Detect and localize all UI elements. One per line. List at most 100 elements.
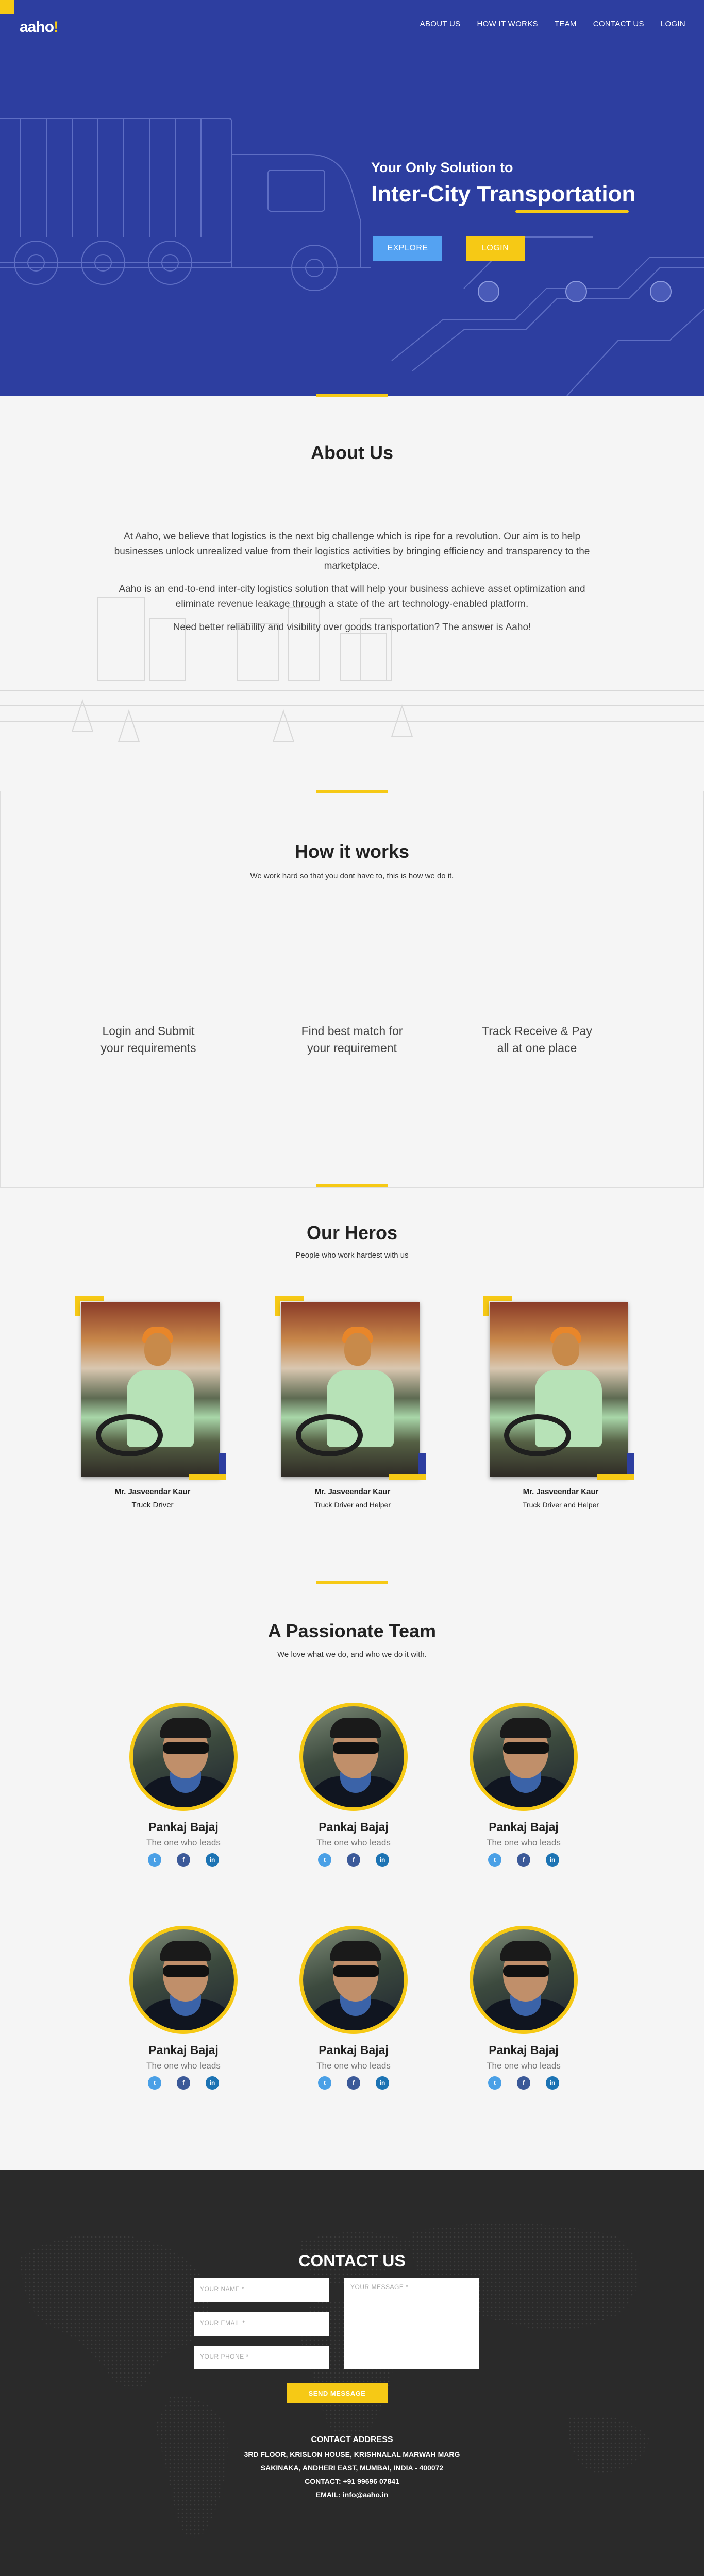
hero-title-underline xyxy=(515,210,629,213)
hero-title: Inter-City Transportation xyxy=(371,181,636,207)
hero-name: Mr. Jasveendar Kaur xyxy=(523,1487,599,1496)
step-2-line1: Find best match for xyxy=(301,1024,403,1038)
main-nav: ABOUT US HOW IT WORKS TEAM CONTACT US LO… xyxy=(420,20,685,28)
hero-card: Mr. Jasveendar Kaur Truck Driver and Hel… xyxy=(275,1296,430,1512)
hero-name: Mr. Jasveendar Kaur xyxy=(114,1487,191,1496)
hero-role: Truck Driver xyxy=(131,1501,174,1510)
hero-photo xyxy=(81,1302,220,1477)
member-role: The one who leads xyxy=(316,1838,391,1848)
heros-title: Our Heros xyxy=(306,1222,398,1243)
hero-section: aaho! ABOUT US HOW IT WORKS TEAM CONTACT… xyxy=(0,0,704,396)
section-divider xyxy=(316,394,388,397)
nav-login[interactable]: LOGIN xyxy=(661,20,685,28)
member-role: The one who leads xyxy=(487,1838,561,1848)
logo-text: aaho xyxy=(20,19,54,36)
email-field[interactable]: YOUR EMAIL * xyxy=(194,2312,329,2336)
nav-contact-us[interactable]: CONTACT US xyxy=(593,20,644,28)
linkedin-icon[interactable]: in xyxy=(546,1853,559,1867)
about-title: About Us xyxy=(311,442,393,463)
message-field[interactable]: YOUR MESSAGE * xyxy=(344,2278,479,2369)
avatar xyxy=(129,1703,238,1811)
how-title: How it works xyxy=(294,841,410,862)
member-role: The one who leads xyxy=(487,2061,561,2071)
hero-card: Mr. Jasveendar Kaur Truck Driver xyxy=(75,1296,230,1512)
step-3-line1: Track Receive & Pay xyxy=(482,1024,592,1038)
nav-team[interactable]: TEAM xyxy=(555,20,577,28)
about-paragraph-2: Aaho is an end-to-end inter-city logisti… xyxy=(119,584,585,609)
linkedin-icon[interactable]: in xyxy=(546,2076,559,2090)
step-1-line2: your requirements xyxy=(100,1041,196,1055)
card-accent xyxy=(483,1296,489,1316)
linkedin-icon[interactable]: in xyxy=(206,2076,219,2090)
hero-photo xyxy=(490,1302,628,1477)
twitter-icon[interactable]: t xyxy=(488,2076,501,2090)
team-member: Pankaj Bajaj The one who leads t f in xyxy=(462,1703,585,1888)
avatar xyxy=(129,1926,238,2034)
facebook-icon[interactable]: f xyxy=(347,1853,360,1867)
twitter-icon[interactable]: t xyxy=(318,2076,331,2090)
logo[interactable]: aaho! xyxy=(20,19,59,36)
twitter-icon[interactable]: t xyxy=(318,1853,331,1867)
how-subtitle: We work hard so that you dont have to, t… xyxy=(250,872,454,880)
member-name: Pankaj Bajaj xyxy=(489,2043,559,2057)
facebook-icon[interactable]: f xyxy=(177,1853,190,1867)
card-accent xyxy=(189,1474,226,1480)
social-links: t f in xyxy=(122,1853,245,1867)
section-divider xyxy=(316,1581,388,1584)
nav-about-us[interactable]: ABOUT US xyxy=(420,20,461,28)
card-accent xyxy=(75,1296,80,1316)
nav-how-it-works[interactable]: HOW IT WORKS xyxy=(477,20,538,28)
member-name: Pankaj Bajaj xyxy=(489,1820,559,1834)
card-accent xyxy=(275,1296,280,1316)
step-1-line1: Login and Submit xyxy=(102,1024,195,1038)
logo-accent xyxy=(0,0,14,14)
step-3: Track Receive & Pay all at one place xyxy=(465,1023,609,1057)
contact-section xyxy=(0,2170,704,2576)
hero-role: Truck Driver and Helper xyxy=(314,1501,391,1509)
twitter-icon[interactable]: t xyxy=(488,1853,501,1867)
contact-email[interactable]: EMAIL: info@aaho.in xyxy=(0,2488,704,2501)
social-links: t f in xyxy=(462,2076,585,2090)
twitter-icon[interactable]: t xyxy=(148,2076,161,2090)
facebook-icon[interactable]: f xyxy=(517,2076,530,2090)
linkedin-icon[interactable]: in xyxy=(376,1853,389,1867)
address-title: CONTACT ADDRESS xyxy=(311,2435,393,2444)
linkedin-icon[interactable]: in xyxy=(206,1853,219,1867)
twitter-icon[interactable]: t xyxy=(148,1853,161,1867)
hero-login-button[interactable]: LOGIN xyxy=(466,236,525,261)
hero-name: Mr. Jasveendar Kaur xyxy=(314,1487,391,1496)
facebook-icon[interactable]: f xyxy=(177,2076,190,2090)
member-role: The one who leads xyxy=(146,1838,221,1848)
team-member: Pankaj Bajaj The one who leads t f in xyxy=(122,1926,245,2111)
social-links: t f in xyxy=(292,1853,415,1867)
section-divider xyxy=(316,790,388,793)
about-paragraph-3: Need better reliability and visibility o… xyxy=(173,622,531,633)
avatar xyxy=(470,1926,578,2034)
facebook-icon[interactable]: f xyxy=(347,2076,360,2090)
address-line-2: SAKINAKA, ANDHERI EAST, MUMBAI, INDIA - … xyxy=(260,2464,444,2472)
send-message-button[interactable]: SEND MESSAGE xyxy=(287,2383,388,2403)
avatar xyxy=(299,1703,408,1811)
logo-dot: ! xyxy=(54,19,59,36)
team-member: Pankaj Bajaj The one who leads t f in xyxy=(292,1926,415,2111)
phone-field[interactable]: YOUR PHONE * xyxy=(194,2346,329,2369)
team-title: A Passionate Team xyxy=(267,1620,437,1641)
hero-subtitle: Your Only Solution to xyxy=(371,160,513,175)
step-2-line2: your requirement xyxy=(307,1041,397,1055)
member-name: Pankaj Bajaj xyxy=(148,2043,219,2057)
step-2: Find best match for your requirement xyxy=(280,1023,424,1057)
address-line-1: 3RD FLOOR, KRISLON HOUSE, KRISHNALAL MAR… xyxy=(244,2450,460,2459)
linkedin-icon[interactable]: in xyxy=(376,2076,389,2090)
name-field[interactable]: YOUR NAME * xyxy=(194,2278,329,2302)
facebook-icon[interactable]: f xyxy=(517,1853,530,1867)
card-accent xyxy=(597,1474,634,1480)
heros-subtitle: People who work hardest with us xyxy=(295,1251,409,1260)
explore-button[interactable]: EXPLORE xyxy=(373,236,442,261)
avatar xyxy=(299,1926,408,2034)
city-illustration xyxy=(0,597,704,742)
team-subtitle: We love what we do, and who we do it wit… xyxy=(277,1650,427,1659)
member-name: Pankaj Bajaj xyxy=(319,1820,389,1834)
card-accent xyxy=(389,1474,426,1480)
step-1: Login and Submit your requirements xyxy=(76,1023,221,1057)
member-name: Pankaj Bajaj xyxy=(148,1820,219,1834)
